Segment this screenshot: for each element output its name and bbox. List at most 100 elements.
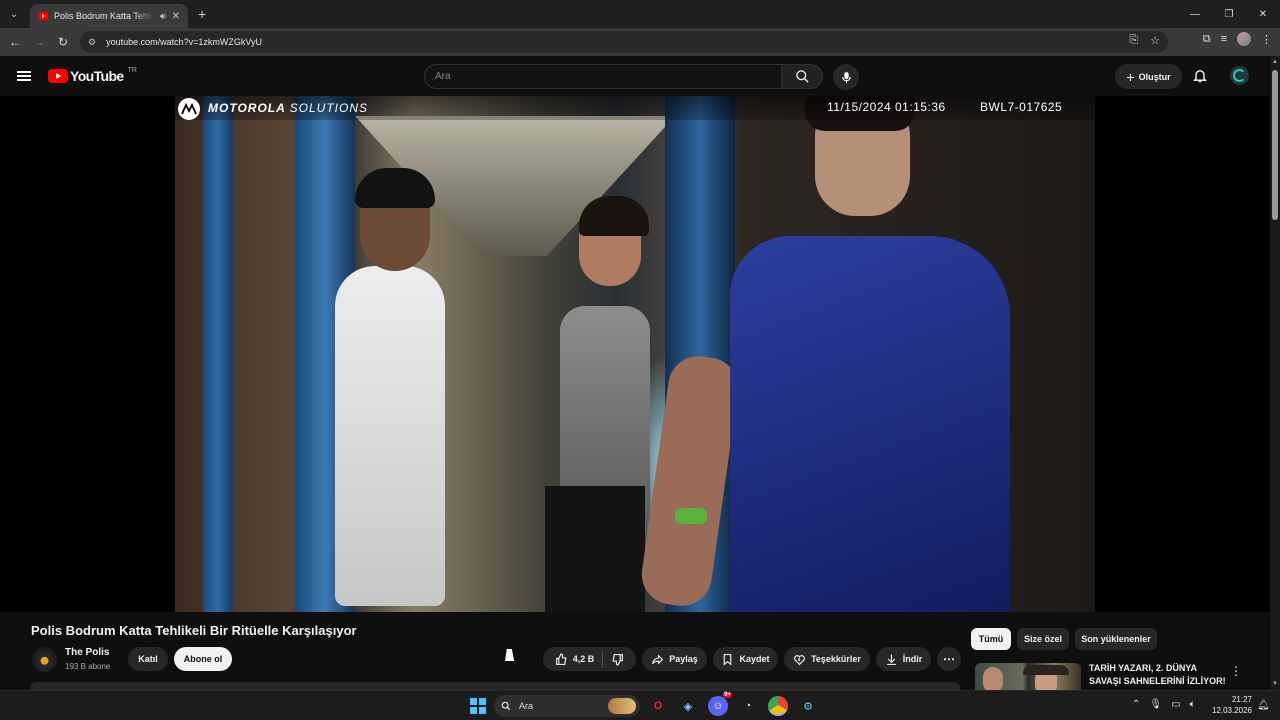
logo-wordmark: YouTube: [70, 68, 124, 84]
browser-toolbar: ← → ↻ ⚙︎ youtube.com/watch?v=1zkmWZGkVyU…: [0, 28, 1280, 56]
chip-all[interactable]: Tümü: [971, 628, 1011, 650]
chip-for-you[interactable]: Size özel: [1017, 628, 1069, 650]
recommendation-menu-dots-icon[interactable]: ⋮: [1230, 664, 1242, 678]
youtube-logo[interactable]: YouTube TR: [48, 66, 137, 84]
windows-start-icon[interactable]: [470, 698, 486, 714]
site-info-icon[interactable]: ⚙︎: [88, 37, 96, 48]
brand-bold: MOTOROLA: [208, 101, 286, 115]
toolbar-actions: ⧉ ≡ ⋮: [1203, 32, 1272, 46]
speaker-icon[interactable]: 🔊︎: [160, 11, 166, 22]
chrome-icon[interactable]: [768, 696, 788, 716]
brand-light: SOLUTIONS: [289, 101, 369, 115]
channel-name[interactable]: The Polis: [65, 647, 109, 658]
clock-time: 21:27: [1231, 695, 1252, 704]
chip-recently-uploaded[interactable]: Son yüklenenler: [1075, 628, 1157, 650]
search-icon: [795, 70, 809, 83]
dislike-button[interactable]: [611, 653, 624, 666]
youtube-play-logo-icon: [48, 69, 68, 83]
join-button[interactable]: Katıl: [128, 647, 168, 671]
share-button[interactable]: Paylaş: [642, 647, 707, 671]
page-scrollbar[interactable]: ▲ ▼: [1270, 56, 1280, 690]
media-control-icon[interactable]: ≡: [1221, 33, 1227, 45]
video-frame[interactable]: MOTOROLA SOLUTIONS 11/15/2024 01:15:36 B…: [175, 96, 1095, 612]
like-button[interactable]: 4,2 B: [555, 653, 594, 666]
video-title: Polis Bodrum Katta Tehlikeli Bir Ritüell…: [31, 623, 357, 638]
save-button[interactable]: Kaydet: [713, 647, 778, 671]
mouse-cursor: [505, 649, 516, 661]
notifications-bell-icon[interactable]: [1192, 67, 1208, 89]
thumbnail-person: [983, 667, 1003, 690]
download-button[interactable]: İndir: [876, 647, 931, 671]
tab-search-chevron-down-icon[interactable]: ⌄: [4, 4, 24, 24]
notification-center-icon[interactable]: 🔔︎: [1257, 700, 1270, 711]
browser-tab[interactable]: Polis Bodrum Katta Tehlikeli Bir Ritüell…: [30, 4, 188, 28]
hamburger-menu-icon[interactable]: [17, 71, 31, 81]
share-label: Paylaş: [669, 654, 698, 664]
plus-icon: +: [1126, 68, 1135, 85]
omnibox-actions: ⎘ ☆: [1129, 34, 1160, 47]
video-player[interactable]: MOTOROLA SOLUTIONS 11/15/2024 01:15:36 B…: [0, 96, 1270, 612]
recommendation-thumbnail[interactable]: [975, 663, 1081, 690]
taskbar-apps: O ◈ ☺ 9+ ◔ ⚙︎: [648, 692, 818, 716]
window-close-icon[interactable]: ✕: [1246, 0, 1280, 28]
tray-microphone-icon[interactable]: 🎙︎: [1149, 699, 1162, 710]
voice-search-button[interactable]: [833, 64, 859, 90]
tray-chevron-up-icon[interactable]: ⌃: [1132, 699, 1140, 710]
extensions-icon[interactable]: ⧉: [1203, 33, 1211, 46]
youtube-header: YouTube TR Ara + Oluştur: [0, 56, 1270, 96]
recommendation-title[interactable]: TARİH YAZARI, 2. DÜNYA SAVAŞI SAHNELERİN…: [1089, 662, 1229, 688]
search-button[interactable]: [781, 64, 823, 89]
person-hair: [579, 196, 649, 236]
scrollbar-thumb[interactable]: [1272, 70, 1278, 220]
account-avatar[interactable]: [1230, 66, 1249, 85]
thumbnail-hat: [1023, 665, 1069, 675]
reload-icon[interactable]: ↻: [51, 35, 75, 49]
create-label: Oluştur: [1138, 71, 1171, 82]
forward-icon[interactable]: →: [27, 35, 51, 49]
browser-tab-strip: ⌄ Polis Bodrum Katta Tehlikeli Bir Ritüe…: [0, 0, 1280, 28]
tray-display-icon[interactable]: ▭: [1171, 699, 1180, 710]
window-controls: — ❐ ✕: [1178, 0, 1280, 28]
country-code: TR: [127, 66, 137, 74]
subscribe-button[interactable]: Abone ol: [174, 647, 232, 671]
more-actions-button[interactable]: ⋯: [937, 647, 961, 671]
thanks-button[interactable]: $ Teşekkürler: [784, 647, 870, 671]
taskbar-clock[interactable]: 21:27 12.03.2026: [1210, 694, 1252, 716]
tab-close-icon[interactable]: ✕: [172, 11, 180, 22]
scroll-up-arrow-icon[interactable]: ▲: [1272, 59, 1278, 65]
description-box[interactable]: [30, 682, 960, 690]
install-icon[interactable]: ⎘: [1129, 34, 1138, 47]
create-button[interactable]: + Oluştur: [1115, 64, 1182, 89]
green-wristband: [675, 508, 707, 524]
blue-door-frame: [203, 96, 233, 612]
back-icon[interactable]: ←: [3, 35, 27, 49]
windows-taskbar: Ara O ◈ ☺ 9+ ◔ ⚙︎ ⌃ 🎙︎ ▭ 🔈︎ 21:27 12.03.2…: [0, 690, 1280, 720]
app-cube-icon[interactable]: ◈: [678, 696, 698, 716]
discord-badge: 9+: [723, 692, 732, 698]
steam-icon[interactable]: ⚙︎: [798, 696, 818, 716]
search-icon: [501, 701, 511, 711]
tray-volume-icon[interactable]: 🔈︎: [1190, 699, 1196, 710]
address-bar[interactable]: ⚙︎ youtube.com/watch?v=1zkmWZGkVyU: [80, 31, 1168, 53]
status-app-icon[interactable]: ◔: [738, 696, 758, 716]
discord-icon[interactable]: ☺ 9+: [708, 692, 732, 716]
search-input[interactable]: Ara: [424, 64, 782, 89]
svg-text:$: $: [798, 657, 801, 662]
minimize-icon[interactable]: —: [1178, 0, 1212, 28]
channel-avatar[interactable]: [32, 647, 57, 672]
new-tab-plus-icon[interactable]: +: [198, 6, 206, 22]
scroll-down-arrow-icon[interactable]: ▼: [1272, 681, 1278, 687]
browser-menu-dots-icon[interactable]: ⋮: [1261, 33, 1272, 46]
person-legs: [545, 486, 645, 612]
person-blue-shirt: [730, 236, 1010, 612]
tab-title: Polis Bodrum Katta Tehlikeli Bir Ritüell…: [54, 11, 154, 21]
taskbar-search[interactable]: Ara: [494, 695, 640, 717]
restore-icon[interactable]: ❐: [1212, 0, 1246, 28]
bookmark-star-icon[interactable]: ☆: [1150, 34, 1160, 47]
more-dots-icon: ⋯: [943, 652, 955, 666]
subscriber-count: 193 B abone: [65, 662, 111, 671]
profile-avatar[interactable]: [1237, 32, 1251, 46]
bodycam-overlay: MOTOROLA SOLUTIONS 11/15/2024 01:15:36 B…: [175, 96, 1095, 120]
opera-icon[interactable]: O: [648, 696, 668, 716]
clock-date: 12.03.2026: [1211, 706, 1252, 715]
